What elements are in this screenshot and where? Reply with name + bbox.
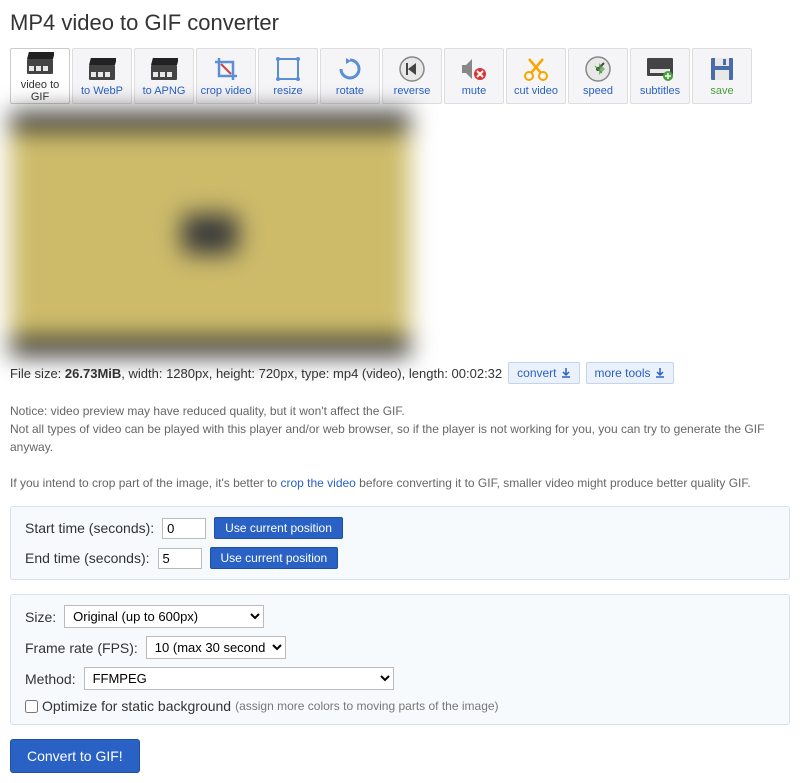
- tool-label: resize: [273, 85, 302, 97]
- end-time-input[interactable]: [158, 548, 202, 569]
- clapper-icon: [87, 55, 117, 83]
- crop-icon: [211, 55, 241, 83]
- cut-icon: [521, 55, 551, 83]
- tool-speed[interactable]: speed: [568, 48, 628, 104]
- optimize-hint: (assign more colors to moving parts of t…: [235, 699, 498, 713]
- resize-icon: [273, 55, 303, 83]
- convert-to-gif-button[interactable]: Convert to GIF!: [10, 739, 140, 773]
- crop-video-link[interactable]: crop the video: [280, 476, 355, 490]
- file-size-value: 26.73MiB: [65, 366, 121, 381]
- tool-subtitles[interactable]: subtitles: [630, 48, 690, 104]
- tool-label: crop video: [201, 85, 252, 97]
- download-icon: [561, 368, 571, 378]
- btn-label: more tools: [595, 366, 651, 380]
- tool-to-webp[interactable]: to WebP: [72, 48, 132, 104]
- notice-text: Notice: video preview may have reduced q…: [10, 402, 790, 492]
- use-current-start-button[interactable]: Use current position: [214, 517, 343, 539]
- tool-cut-video[interactable]: cut video: [506, 48, 566, 104]
- size-label: Size:: [25, 609, 56, 625]
- notice-line-1: Notice: video preview may have reduced q…: [10, 402, 790, 420]
- time-panel: Start time (seconds): Use current positi…: [10, 506, 790, 580]
- optimize-checkbox[interactable]: [25, 700, 38, 713]
- file-info-rest: , width: 1280px, height: 720px, type: mp…: [121, 366, 502, 381]
- convert-button[interactable]: convert: [508, 362, 579, 384]
- tool-label: to APNG: [143, 85, 186, 97]
- more-tools-button[interactable]: more tools: [586, 362, 674, 384]
- options-panel: Size: Original (up to 600px) Frame rate …: [10, 594, 790, 725]
- notice-line-2: Not all types of video can be played wit…: [10, 420, 790, 456]
- video-preview[interactable]: [10, 112, 410, 356]
- toolbar: video to GIF to WebP to APNG crop video …: [10, 48, 790, 104]
- size-select[interactable]: Original (up to 600px): [64, 605, 264, 628]
- notice-line-3b: before converting it to GIF, smaller vid…: [356, 476, 751, 490]
- file-size-prefix: File size:: [10, 366, 65, 381]
- start-time-label: Start time (seconds):: [25, 520, 154, 536]
- page-title: MP4 video to GIF converter: [10, 10, 790, 36]
- tool-rotate[interactable]: rotate: [320, 48, 380, 104]
- tool-label: rotate: [336, 85, 364, 97]
- optimize-label: Optimize for static background: [42, 698, 231, 714]
- fps-label: Frame rate (FPS):: [25, 640, 138, 656]
- speed-icon: [583, 55, 613, 83]
- download-icon: [655, 368, 665, 378]
- mute-icon: [459, 55, 489, 83]
- tool-resize[interactable]: resize: [258, 48, 318, 104]
- play-icon: [182, 214, 238, 254]
- save-icon: [707, 55, 737, 83]
- notice-line-3a: If you intend to crop part of the image,…: [10, 476, 280, 490]
- end-time-label: End time (seconds):: [25, 550, 150, 566]
- tool-reverse[interactable]: reverse: [382, 48, 442, 104]
- start-time-input[interactable]: [162, 518, 206, 539]
- tool-crop-video[interactable]: crop video: [196, 48, 256, 104]
- clapper-icon: [149, 55, 179, 83]
- use-current-end-button[interactable]: Use current position: [210, 547, 339, 569]
- tool-video-to-gif[interactable]: video to GIF: [10, 48, 70, 104]
- tool-mute[interactable]: mute: [444, 48, 504, 104]
- subtitles-icon: [645, 55, 675, 83]
- tool-label: cut video: [514, 85, 558, 97]
- tool-to-apng[interactable]: to APNG: [134, 48, 194, 104]
- tool-label: speed: [583, 85, 613, 97]
- btn-label: convert: [517, 366, 556, 380]
- method-select[interactable]: FFMPEG: [84, 667, 394, 690]
- rotate-icon: [335, 55, 365, 83]
- tool-label: to WebP: [81, 85, 123, 97]
- fps-select[interactable]: 10 (max 30 seconds): [146, 636, 286, 659]
- clapper-icon: [25, 49, 55, 77]
- method-label: Method:: [25, 671, 76, 687]
- tool-label: save: [710, 85, 733, 97]
- tool-label: video to GIF: [11, 79, 69, 103]
- tool-label: mute: [462, 85, 486, 97]
- tool-label: subtitles: [640, 85, 680, 97]
- tool-label: reverse: [394, 85, 431, 97]
- reverse-icon: [397, 55, 427, 83]
- file-info: File size: 26.73MiB, width: 1280px, heig…: [10, 362, 790, 384]
- tool-save[interactable]: save: [692, 48, 752, 104]
